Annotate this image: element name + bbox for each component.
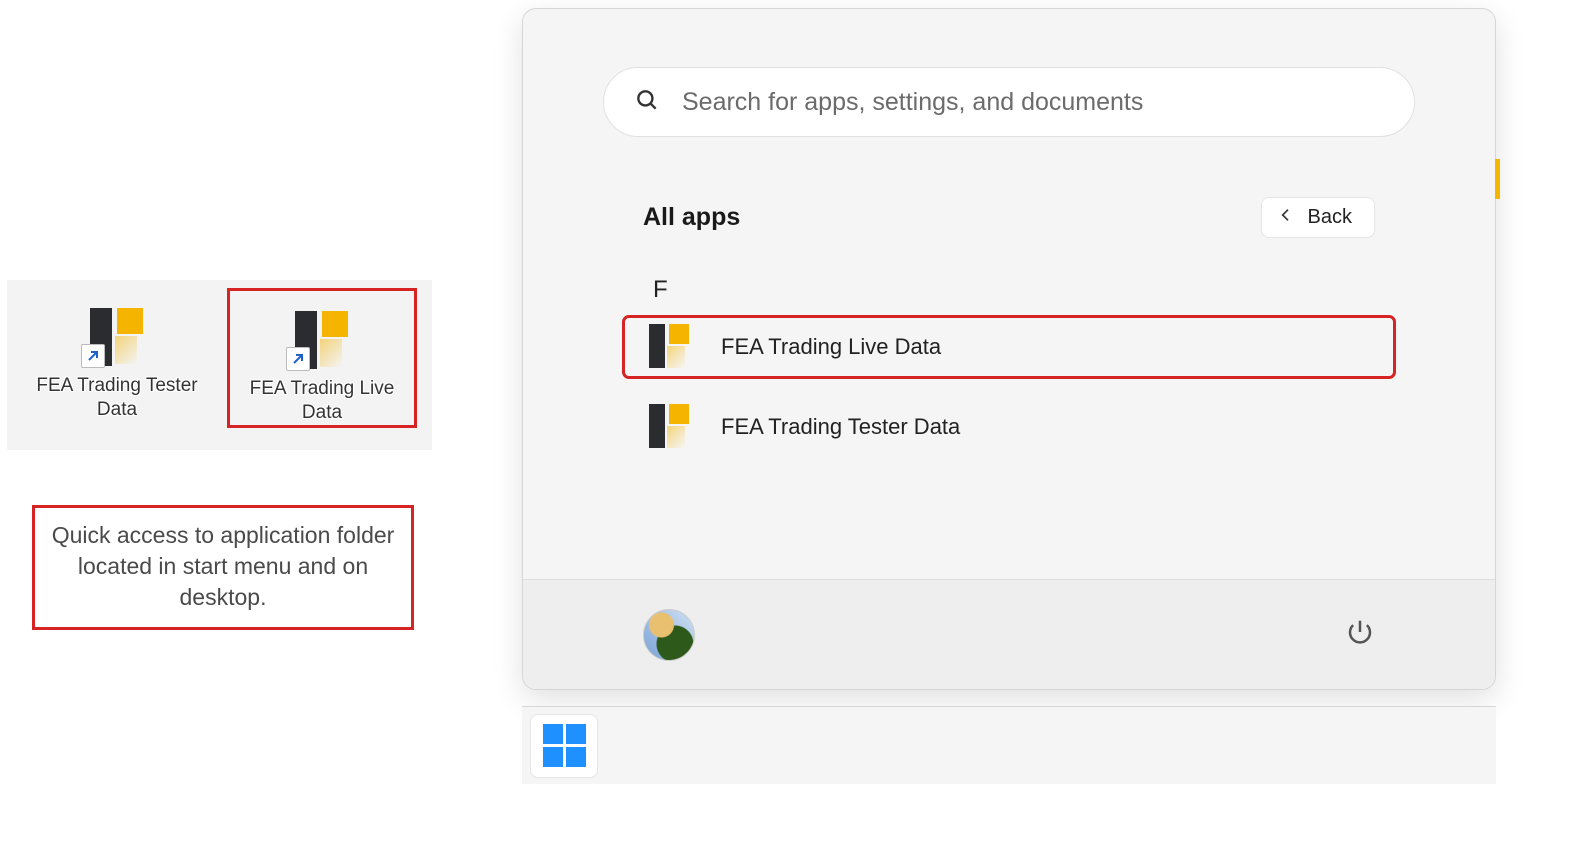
alpha-group-header[interactable]: F xyxy=(523,258,1495,310)
desktop-shortcut-label: FEA Trading Tester Data xyxy=(27,374,207,422)
shortcut-overlay-icon xyxy=(81,344,105,368)
start-button[interactable] xyxy=(530,714,598,778)
start-menu-footer xyxy=(523,579,1495,689)
search-bar[interactable] xyxy=(603,67,1415,137)
background-yellow-sliver xyxy=(1495,159,1500,199)
taskbar xyxy=(522,706,1496,784)
app-list: FEA Trading Live Data FEA Trading Tester… xyxy=(523,310,1495,458)
user-avatar[interactable] xyxy=(643,609,695,661)
desktop-shortcut-label: FEA Trading Live Data xyxy=(232,377,412,425)
windows-logo-icon xyxy=(543,724,586,767)
app-item-fea-tester[interactable]: FEA Trading Tester Data xyxy=(623,396,1395,458)
app-item-fea-live[interactable]: FEA Trading Live Data xyxy=(623,316,1395,378)
fea-app-icon xyxy=(77,288,157,368)
app-item-label: FEA Trading Live Data xyxy=(721,334,941,360)
desktop-shortcut-fea-tester[interactable]: FEA Trading Tester Data xyxy=(22,288,212,422)
chevron-left-icon xyxy=(1278,206,1294,229)
shortcut-overlay-icon xyxy=(286,347,310,371)
start-menu-window: All apps Back F FEA Trading Live Data FE… xyxy=(522,8,1496,690)
app-item-label: FEA Trading Tester Data xyxy=(721,414,960,440)
desktop-shortcut-fea-live[interactable]: FEA Trading Live Data xyxy=(227,288,417,428)
fea-app-icon xyxy=(647,404,693,450)
fea-app-icon xyxy=(647,324,693,370)
search-icon xyxy=(634,87,660,118)
back-button-label: Back xyxy=(1308,206,1352,229)
desktop-area: FEA Trading Tester Data FEA Trading Live… xyxy=(7,280,432,450)
fea-app-icon xyxy=(282,291,362,371)
back-button[interactable]: Back xyxy=(1261,197,1375,238)
all-apps-heading: All apps xyxy=(643,203,740,232)
power-button[interactable] xyxy=(1345,617,1375,652)
search-input[interactable] xyxy=(682,88,1384,117)
annotation-caption: Quick access to application folder locat… xyxy=(32,505,414,630)
